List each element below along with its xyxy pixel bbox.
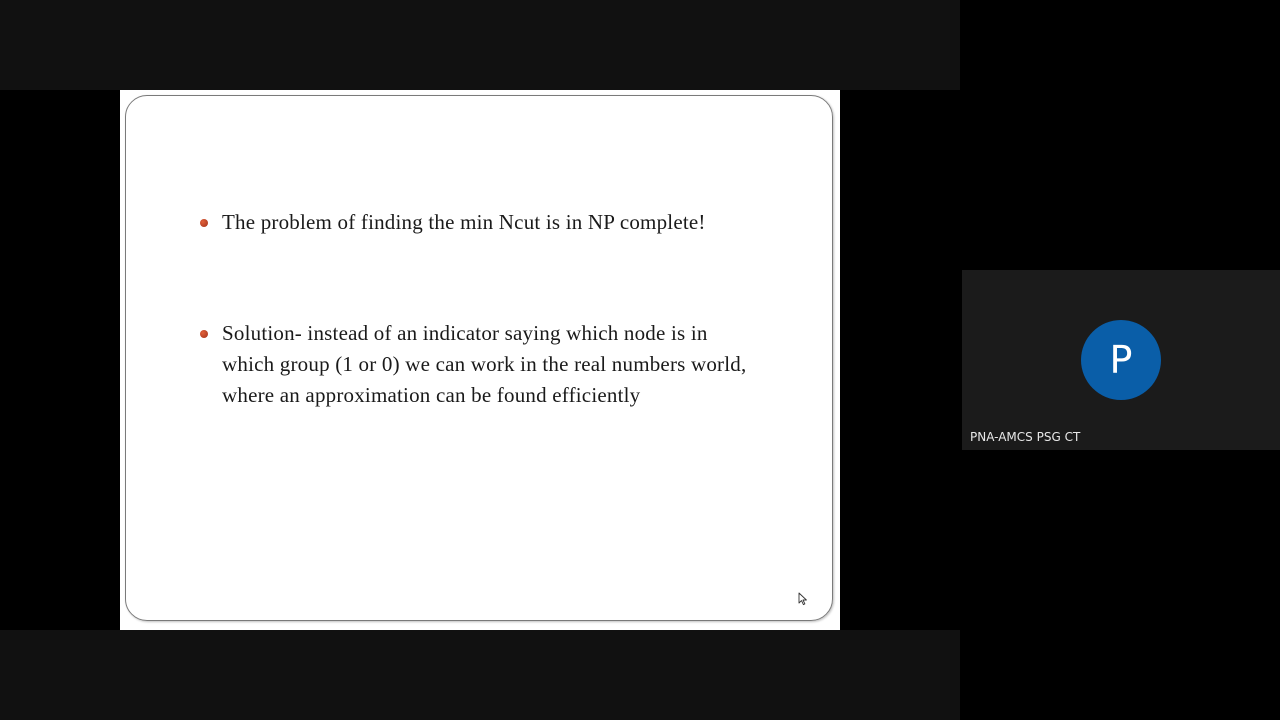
letterbox-bottom: [0, 630, 960, 720]
participant-tile[interactable]: P PNA-AMCS PSG CT: [962, 270, 1280, 450]
bullet-dot-icon: [200, 330, 208, 338]
slide-bullet-1-text: The problem of finding the min Ncut is i…: [222, 210, 706, 234]
mouse-pointer-icon: [798, 592, 807, 606]
bullet-dot-icon: [200, 219, 208, 227]
presentation-slide: The problem of finding the min Ncut is i…: [120, 90, 840, 630]
letterbox-top: [0, 0, 960, 90]
slide-bullet-2-text: Solution- instead of an indicator saying…: [222, 321, 747, 407]
participant-avatar: P: [1081, 320, 1161, 400]
participant-name: PNA-AMCS PSG CT: [970, 430, 1081, 444]
shared-screen-area: The problem of finding the min Ncut is i…: [0, 0, 960, 720]
